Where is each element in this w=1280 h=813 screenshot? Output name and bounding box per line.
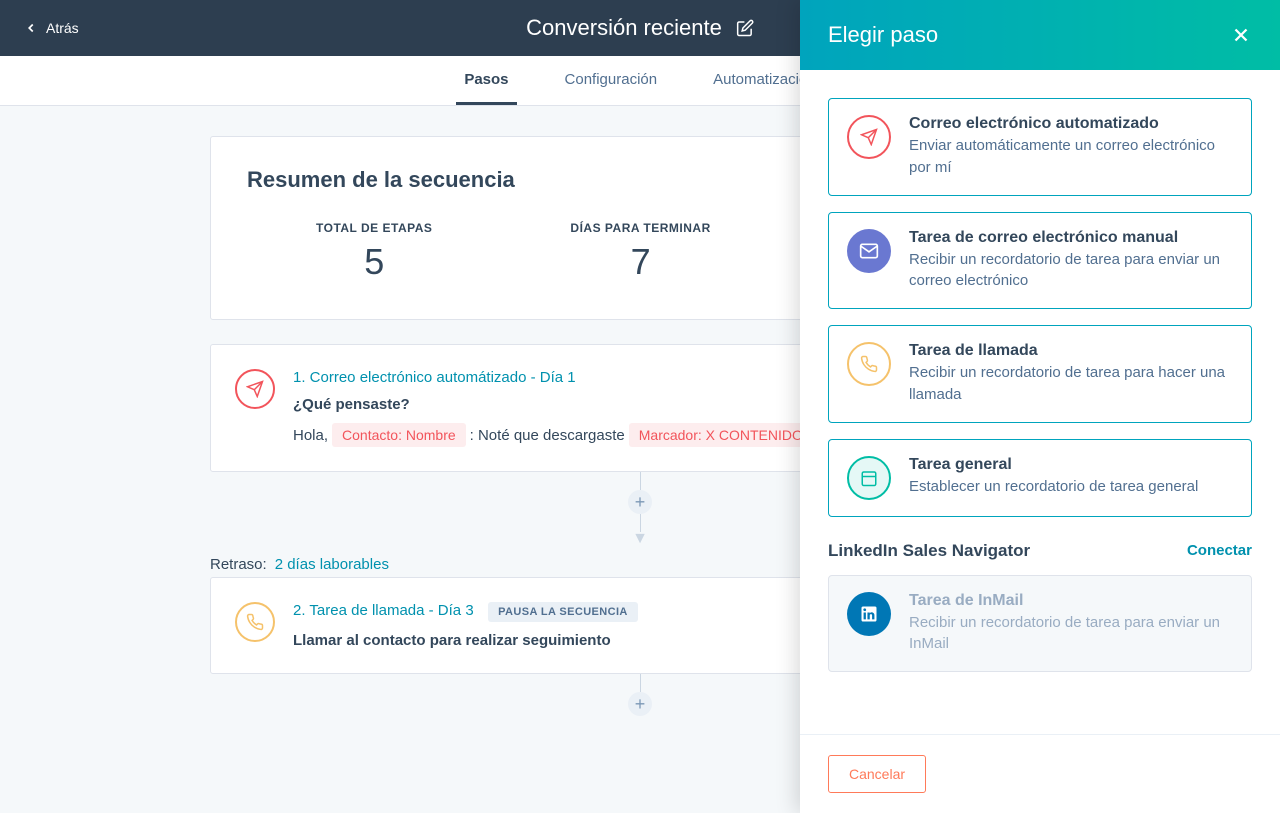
option-call-title: Tarea de llamada xyxy=(909,342,1233,360)
panel-title: Elegir paso xyxy=(828,22,938,48)
back-label: Atrás xyxy=(46,20,79,36)
stat-total: TOTAL DE ETAPAS 5 xyxy=(316,221,432,283)
stat-days-label: DÍAS PARA TERMINAR xyxy=(570,221,710,235)
option-inmail-title: Tarea de InMail xyxy=(909,592,1233,610)
send-icon xyxy=(847,115,891,159)
panel-header: Elegir paso xyxy=(800,0,1280,70)
edit-icon[interactable] xyxy=(736,19,754,37)
phone-icon xyxy=(847,342,891,386)
stat-days-value: 7 xyxy=(570,241,710,283)
page-title: Conversión reciente xyxy=(526,15,722,41)
token-contact-name: Contacto: Nombre xyxy=(332,423,466,447)
connector-2: + xyxy=(628,674,652,716)
option-call-desc: Recibir un recordatorio de tarea para ha… xyxy=(909,362,1233,406)
connector-1: + ▼ xyxy=(628,472,652,548)
option-manual-email-desc: Recibir un recordatorio de tarea para en… xyxy=(909,249,1233,293)
step-2-title: 2. Tarea de llamada - Día 3 xyxy=(293,602,474,619)
calendar-icon xyxy=(847,456,891,500)
pause-badge: PAUSA LA SECUENCIA xyxy=(488,602,638,622)
cancel-button[interactable]: Cancelar xyxy=(828,755,926,793)
stat-total-label: TOTAL DE ETAPAS xyxy=(316,221,432,235)
stat-days: DÍAS PARA TERMINAR 7 xyxy=(570,221,710,283)
linkedin-connect-link[interactable]: Conectar xyxy=(1187,542,1252,559)
option-auto-email[interactable]: Correo electrónico automatizado Enviar a… xyxy=(828,98,1252,196)
arrow-down-icon: ▼ xyxy=(632,530,648,548)
option-general-title: Tarea general xyxy=(909,456,1198,474)
panel-footer: Cancelar xyxy=(800,734,1280,813)
tab-steps[interactable]: Pasos xyxy=(456,56,516,105)
choose-step-panel: Elegir paso Correo electrónico automatiz… xyxy=(800,0,1280,813)
option-general-desc: Establecer un recordatorio de tarea gene… xyxy=(909,476,1198,498)
option-general[interactable]: Tarea general Establecer un recordatorio… xyxy=(828,439,1252,517)
back-button[interactable]: Atrás xyxy=(24,20,79,36)
phone-icon xyxy=(235,602,275,642)
linkedin-section: LinkedIn Sales Navigator Conectar xyxy=(828,541,1252,561)
chevron-left-icon xyxy=(24,21,38,35)
option-manual-email[interactable]: Tarea de correo electrónico manual Recib… xyxy=(828,212,1252,310)
close-icon[interactable] xyxy=(1230,24,1252,46)
step-1-greeting: Hola, xyxy=(293,427,328,444)
option-call[interactable]: Tarea de llamada Recibir un recordatorio… xyxy=(828,325,1252,423)
token-content: Marcador: X CONTENIDO xyxy=(629,423,813,447)
stat-total-value: 5 xyxy=(316,241,432,283)
option-inmail: Tarea de InMail Recibir un recordatorio … xyxy=(828,575,1252,673)
add-step-button-2[interactable]: + xyxy=(628,692,652,716)
delay-value[interactable]: 2 días laborables xyxy=(275,556,389,573)
linkedin-label: LinkedIn Sales Navigator xyxy=(828,541,1030,561)
option-inmail-desc: Recibir un recordatorio de tarea para en… xyxy=(909,612,1233,656)
option-manual-email-title: Tarea de correo electrónico manual xyxy=(909,229,1233,247)
option-auto-email-title: Correo electrónico automatizado xyxy=(909,115,1233,133)
linkedin-icon xyxy=(847,592,891,636)
option-auto-email-desc: Enviar automáticamente un correo electró… xyxy=(909,135,1233,179)
mail-icon xyxy=(847,229,891,273)
add-step-button[interactable]: + xyxy=(628,490,652,514)
delay-label: Retraso: xyxy=(210,556,267,573)
send-icon xyxy=(235,369,275,409)
step-1-text: : Noté que descargaste xyxy=(470,427,625,444)
tab-config[interactable]: Configuración xyxy=(557,56,666,105)
